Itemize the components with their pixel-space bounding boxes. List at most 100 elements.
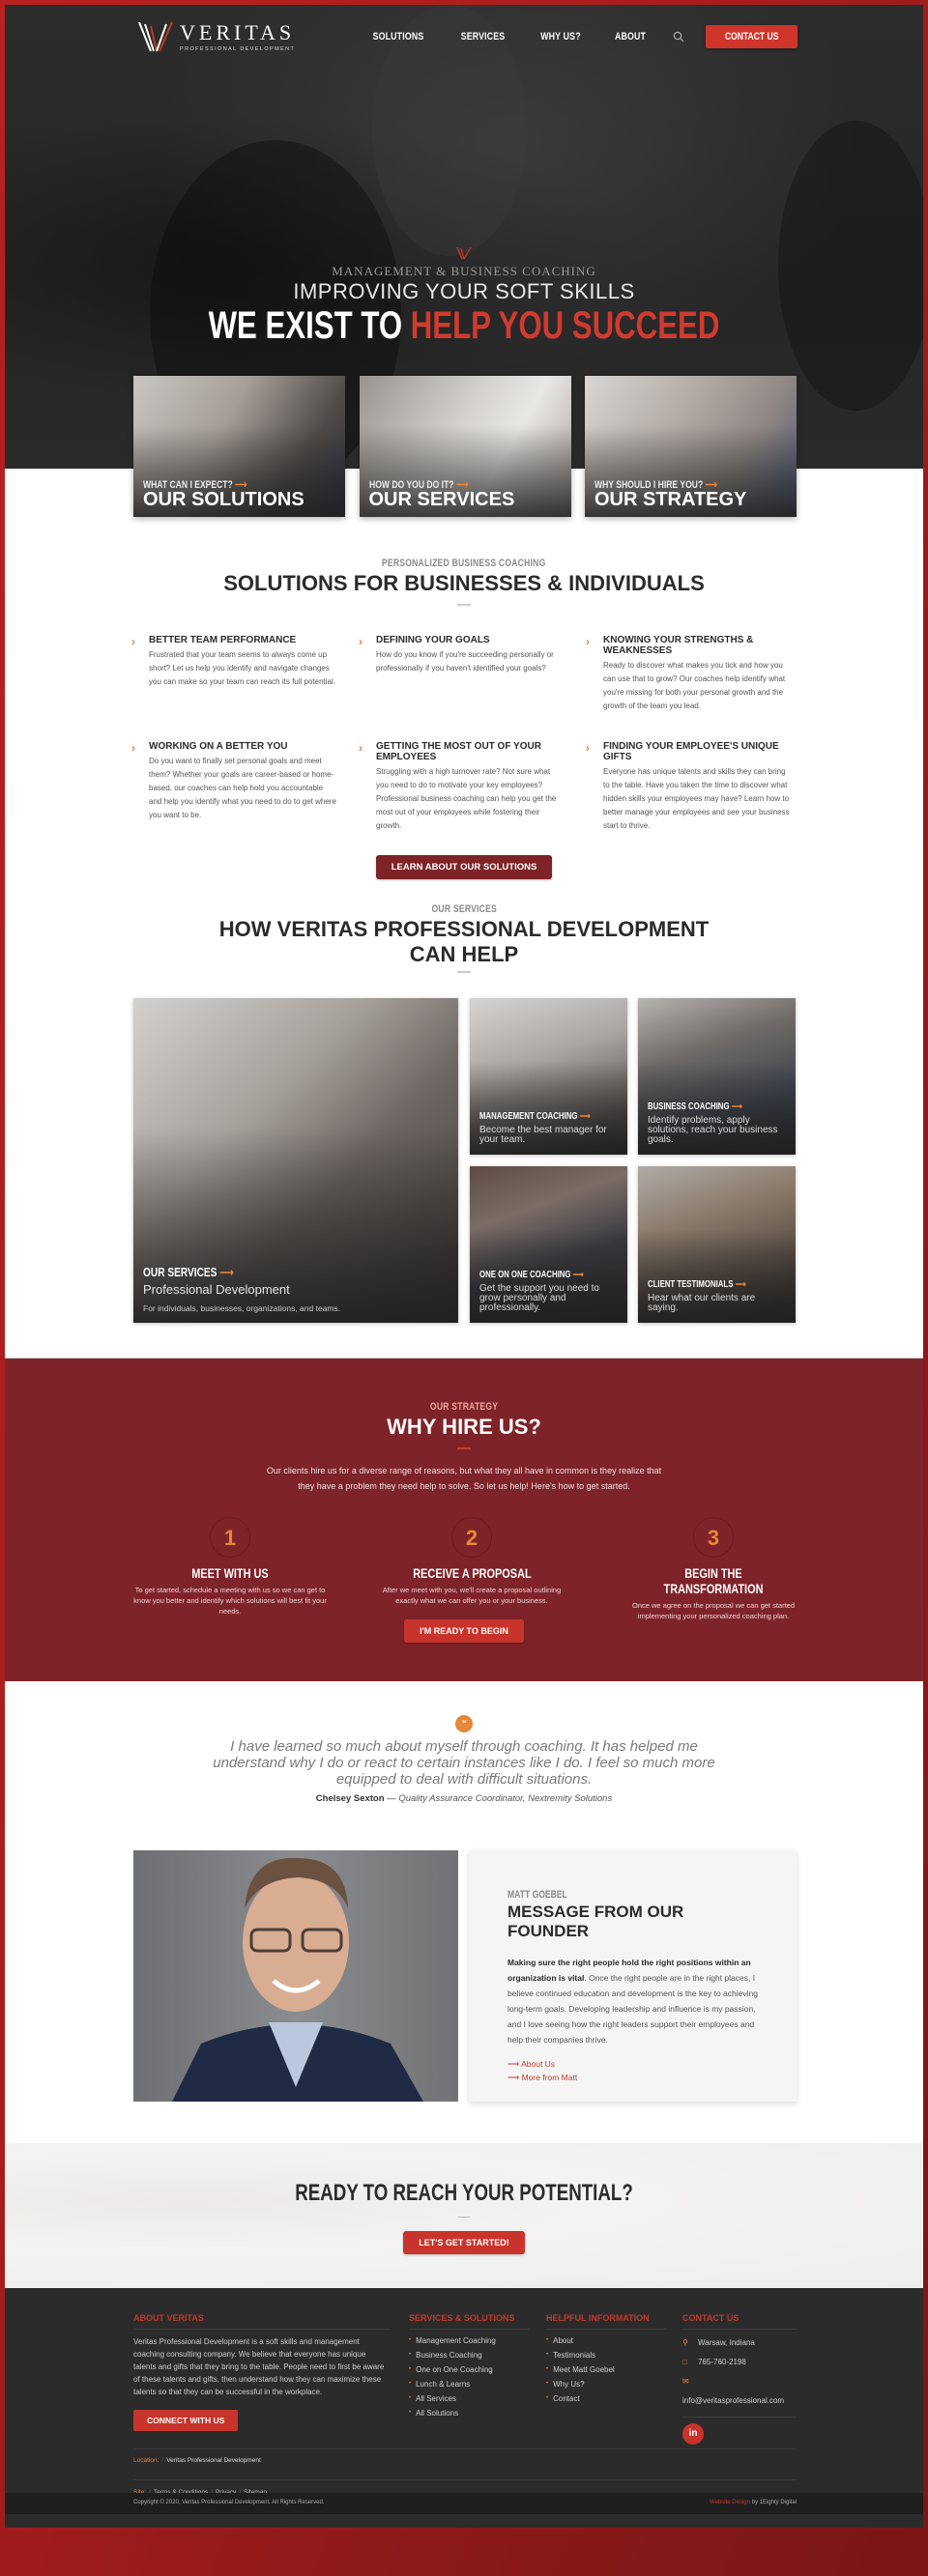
footer-link[interactable]: Meet Matt Goebel: [546, 2362, 667, 2377]
section-kicker: OUR STRATEGY: [429, 1401, 499, 1413]
cta-title: READY TO REACH YOUR POTENTIAL?: [295, 2180, 633, 2206]
footer-heading: SERVICES & SOLUTIONS: [409, 2313, 530, 2330]
footer-contact: CONTACT US ⚲ Warsaw, Indiana □ 765-760-219…: [682, 2313, 797, 2445]
chevron-right-icon: ›: [586, 741, 590, 755]
service-tile[interactable]: ONE ON ONE COACHING ⟶ Get the support yo…: [470, 1166, 627, 1323]
footer-location-line: Location: / Veritas Professional Developme…: [133, 2457, 261, 2464]
step-text: Once we agree on the proposal we can get…: [631, 1601, 796, 1620]
footer-link[interactable]: Why Us?: [546, 2377, 667, 2391]
founder-portrait-icon: [172, 1857, 423, 2102]
quote-icon: “: [455, 1715, 473, 1732]
more-from-matt-link[interactable]: ⟶ More from Matt: [508, 2073, 758, 2083]
footer-location: ⚲ Warsaw, Indiana: [682, 2333, 797, 2353]
card-title: OUR SOLUTIONS: [143, 489, 304, 510]
footer-link[interactable]: Contact: [546, 2391, 667, 2406]
step-item: 3 BEGIN THE TRANSFORMATION Once we agree…: [617, 1517, 810, 1621]
solution-item: › BETTER TEAM PERFORMANCE Frustrated tha…: [131, 635, 336, 689]
nav-services[interactable]: SERVICES: [455, 31, 510, 43]
solution-item: › FINDING YOUR EMPLOYEE'S UNIQUE GIFTS E…: [586, 741, 791, 833]
ready-to-begin-button[interactable]: I'M READY TO BEGIN: [404, 1619, 524, 1643]
service-text: For individuals, businesses, organizatio…: [143, 1303, 341, 1313]
step-text: After we meet with you, we'll create a p…: [382, 1586, 562, 1605]
arrow-right-icon: ⟶: [219, 1265, 234, 1279]
step-item: 1 MEET WITH US To get started, schedule …: [133, 1517, 327, 1621]
footer-link[interactable]: About: [546, 2333, 667, 2348]
footer-phone[interactable]: □ 765-760-2198: [682, 2353, 797, 2372]
card-our-services[interactable]: HOW DO YOU DO IT? ⟶ OUR SERVICES: [359, 376, 571, 517]
hero-kicker: MANAGEMENT & BUSINESS COACHING: [332, 264, 596, 278]
copyright-text: Copyright © 2020, Veritas Professional D…: [133, 2500, 325, 2505]
linkedin-icon[interactable]: in: [682, 2423, 704, 2445]
footer-divider: [133, 2448, 797, 2449]
section-kicker: OUR SERVICES: [431, 903, 497, 915]
founder-title: MESSAGE FROM OUR FOUNDER: [508, 1903, 684, 1940]
logo[interactable]: VERITAS PROFESSIONAL DEVELOPMENT: [137, 20, 295, 53]
founder-message: Making sure the right people hold the ri…: [508, 1958, 758, 2045]
footer-email[interactable]: ✉info@veritasprofessional.com: [682, 2372, 797, 2411]
solution-title: FINDING YOUR EMPLOYEE'S UNIQUE GIFTS: [603, 741, 779, 762]
arrow-right-icon: ⟶: [579, 1111, 591, 1122]
divider: [457, 1447, 471, 1449]
veritas-logo-icon: [138, 21, 173, 52]
solution-title: WORKING ON A BETTER YOU: [149, 741, 288, 752]
footer-link[interactable]: Business Coaching: [409, 2348, 530, 2362]
footer-heading: ABOUT VERITAS: [133, 2313, 390, 2330]
lets-get-started-button[interactable]: LET'S GET STARTED!: [403, 2231, 525, 2254]
service-tile[interactable]: MANAGEMENT COACHING ⟶ Become the best ma…: [470, 998, 627, 1155]
service-subtitle: Professional Development: [143, 1282, 290, 1297]
step-item: 2 RECEIVE A PROPOSAL After we meet with …: [375, 1517, 568, 1621]
service-tile-main[interactable]: OUR SERVICES ⟶ Professional Development …: [133, 998, 458, 1323]
card-our-solutions[interactable]: WHAT CAN I EXPECT? ⟶ OUR SOLUTIONS: [133, 376, 345, 517]
search-icon[interactable]: [673, 31, 684, 43]
page-frame: VERITAS PROFESSIONAL DEVELOPMENT SOLUTIO…: [5, 5, 923, 2528]
card-our-strategy[interactable]: WHY SHOULD I HIRE YOU? ⟶ OUR STRATEGY: [585, 376, 797, 517]
service-text: Identify problems, apply solutions, reac…: [648, 1115, 778, 1145]
connect-with-us-button[interactable]: CONNECT WITH US: [133, 2410, 239, 2431]
testimonial-author: Chelsey Sexton — Quality Assurance Coord…: [315, 1793, 613, 1804]
solution-text: Struggling with a high turnover rate? No…: [376, 767, 557, 830]
arrow-right-icon: ⟶: [508, 2059, 520, 2069]
footer-link[interactable]: All Services: [409, 2391, 530, 2406]
website-design-link[interactable]: Website Design: [710, 2500, 750, 2505]
card-title: OUR SERVICES: [368, 489, 515, 510]
contact-us-button[interactable]: CONTACT US: [705, 25, 798, 48]
service-tile[interactable]: BUSINESS COACHING ⟶ Identify problems, a…: [638, 998, 796, 1155]
footer-link[interactable]: Management Coaching: [409, 2333, 530, 2348]
chevron-right-icon: ›: [359, 635, 362, 648]
service-text: Hear what our clients are saying.: [648, 1293, 756, 1313]
phone-icon: □: [682, 2358, 687, 2366]
footer-link[interactable]: Lunch & Learns: [409, 2377, 530, 2391]
nav-why-us[interactable]: WHY US?: [536, 31, 586, 43]
chevron-right-icon: ›: [586, 635, 590, 648]
envelope-icon: ✉: [682, 2377, 689, 2386]
solution-title: KNOWING YOUR STRENGTHS & WEAKNESSES: [603, 635, 754, 656]
service-tile[interactable]: CLIENT TESTIMONIALS ⟶ Hear what our clie…: [638, 1166, 796, 1323]
nav-about[interactable]: ABOUT: [611, 31, 650, 43]
hero-title: WE EXIST TO HELP YOU SUCCEED: [208, 304, 720, 347]
footer-about: ABOUT VERITAS Veritas Professional Devel…: [133, 2313, 390, 2431]
section-title: HOW VERITAS PROFESSIONAL DEVELOPMENT CAN…: [218, 917, 710, 966]
founder-section: MATT GOEBEL MESSAGE FROM OUR FOUNDER Mak…: [133, 1850, 797, 2102]
about-us-link[interactable]: ⟶ About Us: [508, 2059, 758, 2070]
nav-solutions[interactable]: SOLUTIONS: [366, 31, 430, 43]
logo-name: VERITAS: [180, 19, 296, 44]
service-text: Get the support you need to grow persona…: [479, 1283, 599, 1313]
footer-link[interactable]: Testimonials: [546, 2348, 667, 2362]
feature-cards: WHAT CAN I EXPECT? ⟶ OUR SOLUTIONS HOW D…: [133, 376, 797, 517]
section-title: WHY HIRE US?: [387, 1415, 541, 1439]
divider: [457, 971, 471, 973]
solution-item: › DEFINING YOUR GOALS How do you know if…: [359, 635, 564, 675]
chevron-right-icon: ›: [359, 741, 362, 755]
service-text: Become the best manager for your team.: [479, 1125, 607, 1145]
arrow-right-icon: ⟶: [572, 1270, 584, 1280]
footer-link[interactable]: All Solutions: [409, 2406, 530, 2420]
cta-section: READY TO REACH YOUR POTENTIAL? LET'S GET…: [5, 2143, 923, 2288]
arrow-right-icon: ⟶: [508, 2073, 520, 2082]
steps: 1 MEET WITH US To get started, schedule …: [133, 1517, 810, 1621]
section-title: SOLUTIONS FOR BUSINESSES & INDIVIDUALS: [223, 571, 705, 595]
footer-link[interactable]: One on One Coaching: [409, 2362, 530, 2377]
step-number: 3: [693, 1517, 734, 1558]
hero-heading-block: MANAGEMENT & BUSINESS COACHING IMPROVING…: [5, 246, 923, 345]
founder-message-card: MATT GOEBEL MESSAGE FROM OUR FOUNDER Mak…: [469, 1850, 797, 2102]
learn-about-solutions-button[interactable]: LEARN ABOUT OUR SOLUTIONS: [375, 855, 553, 879]
